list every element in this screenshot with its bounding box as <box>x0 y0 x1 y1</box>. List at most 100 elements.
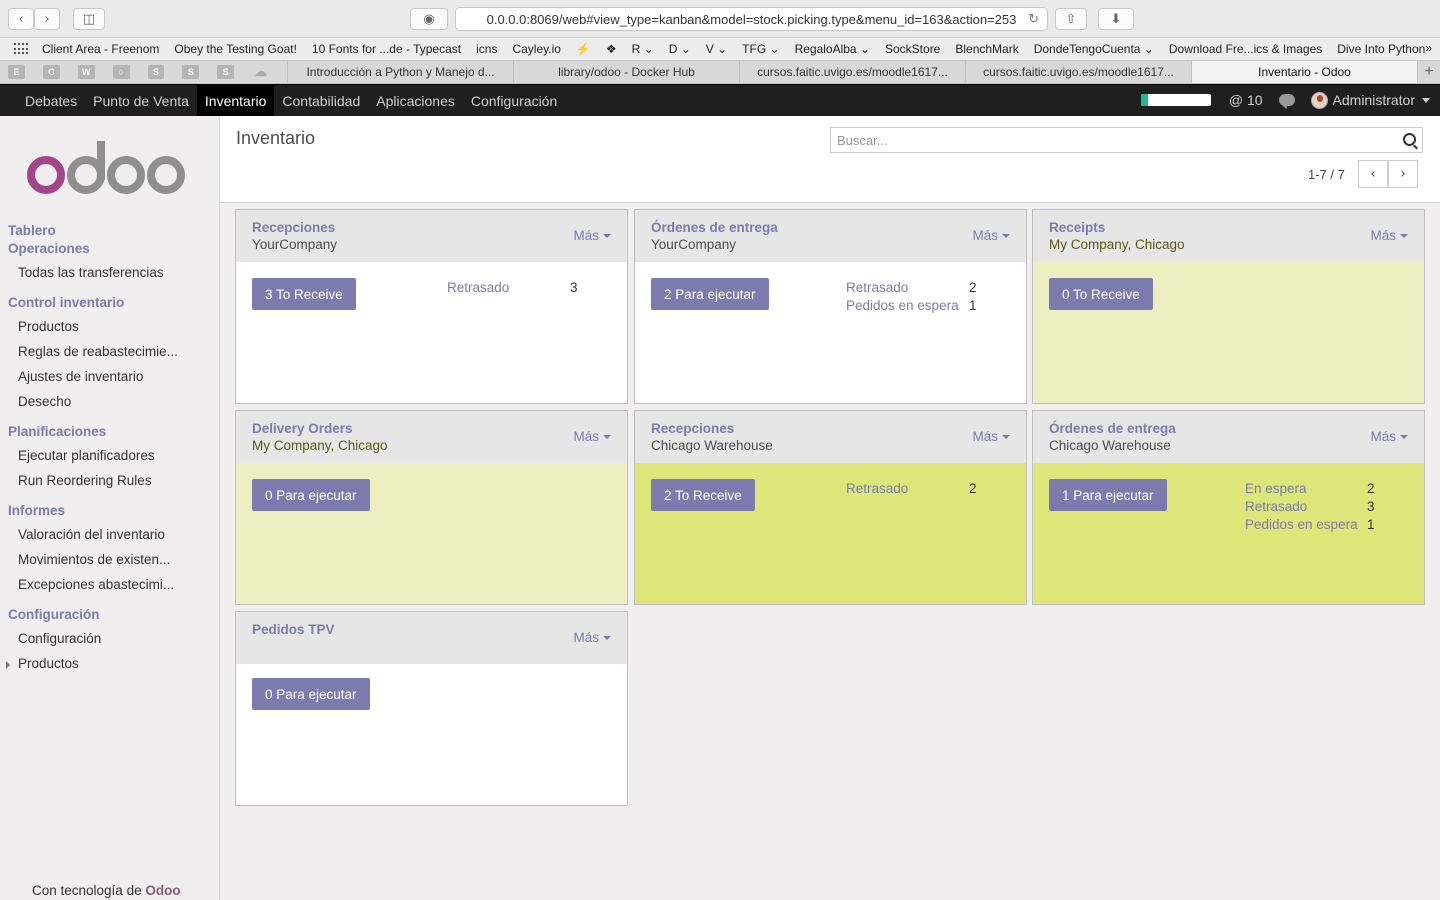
stat-label[interactable]: Pedidos en espera <box>1245 517 1358 532</box>
card-title[interactable]: Pedidos TPV <box>252 622 611 637</box>
more-dropdown[interactable]: Más <box>1370 228 1408 243</box>
stat-label[interactable]: Retrasado <box>447 280 509 295</box>
bookmark-item[interactable]: Dive Into Python <box>1337 42 1425 56</box>
card-title[interactable]: Órdenes de entrega <box>651 220 1010 235</box>
para-ejecutar-button[interactable]: 1 Para ejecutar <box>1049 479 1167 511</box>
to-receive-button[interactable]: 3 To Receive <box>252 278 356 310</box>
menu-contabilidad[interactable]: Contabilidad <box>274 85 368 116</box>
bookmark-item[interactable]: BlenchMark <box>955 42 1018 56</box>
reload-icon[interactable]: ↻ <box>1028 11 1039 27</box>
sidebar-item-reglas[interactable]: Reglas de reabastecimie... <box>18 344 178 359</box>
back-button[interactable]: ‹ <box>8 8 34 30</box>
reader-icon[interactable]: ◉ <box>410 8 448 30</box>
search-input[interactable]: Buscar... <box>830 127 1423 153</box>
bookmark-item[interactable]: SockStore <box>885 42 940 56</box>
chat-icon[interactable] <box>1278 94 1295 109</box>
forward-button[interactable]: › <box>34 8 60 30</box>
sidebar-item-ajustes[interactable]: Ajustes de inventario <box>18 369 143 384</box>
sidebar-item-todas-transferencias[interactable]: Todas las transferencias <box>18 265 164 280</box>
menu-punto-de-venta[interactable]: Punto de Venta <box>85 85 197 116</box>
bookmark-item[interactable]: V ⌄ <box>706 42 727 56</box>
bookmark-item[interactable]: R ⌄ <box>632 42 654 56</box>
share-icon[interactable]: ⇧ <box>1055 8 1087 30</box>
sidebar-item-desecho[interactable]: Desecho <box>18 394 71 409</box>
card-title[interactable]: Órdenes de entrega <box>1049 421 1408 436</box>
browser-tab-active[interactable]: Inventario - Odoo <box>1192 61 1418 83</box>
para-ejecutar-button[interactable]: 2 Para ejecutar <box>651 278 769 310</box>
sidebar-head-control-inventario[interactable]: Control inventario <box>8 295 124 310</box>
menu-configuracion[interactable]: Configuración <box>463 85 565 116</box>
powered-by-link[interactable]: Odoo <box>145 883 180 898</box>
pinned-tab[interactable]: W <box>77 65 95 79</box>
sidebar-item-run-reordering[interactable]: Run Reordering Rules <box>18 473 152 488</box>
more-dropdown[interactable]: Más <box>573 630 611 645</box>
menu-aplicaciones[interactable]: Aplicaciones <box>368 85 463 116</box>
sidebar-head-informes[interactable]: Informes <box>8 503 65 518</box>
sidebar-head-planificaciones[interactable]: Planificaciones <box>8 424 106 439</box>
pinned-tab[interactable]: C <box>42 65 60 79</box>
menu-debates[interactable]: Debates <box>0 85 85 116</box>
menu-inventario[interactable]: Inventario <box>196 85 275 116</box>
more-dropdown[interactable]: Más <box>972 228 1010 243</box>
bookmark-item[interactable]: TFG ⌄ <box>742 42 779 56</box>
pinned-tab[interactable]: ○ <box>112 65 130 79</box>
page-title[interactable]: Inventario <box>236 128 315 149</box>
stat-label[interactable]: Retrasado <box>1245 499 1307 514</box>
browser-tab[interactable]: cursos.faitic.uvigo.es/moodle1617... <box>966 61 1192 83</box>
avatar[interactable] <box>1310 91 1328 109</box>
pinned-tab[interactable]: ☁ <box>252 64 269 79</box>
card-title[interactable]: Recepciones <box>651 421 1010 436</box>
stat-label[interactable]: Retrasado <box>846 481 908 496</box>
pager-value[interactable]: 1-7 / 7 <box>1308 167 1345 182</box>
sidebar-head-operaciones[interactable]: Operaciones <box>8 241 90 256</box>
new-tab-button[interactable]: + <box>1418 61 1440 83</box>
more-dropdown[interactable]: Más <box>972 429 1010 444</box>
search-icon[interactable] <box>1403 133 1416 146</box>
sidebar-item-excepciones[interactable]: Excepciones abastecimi... <box>18 577 174 592</box>
sidebar-head-tablero[interactable]: Tablero <box>8 223 56 238</box>
card-title[interactable]: Receipts <box>1049 220 1408 235</box>
more-dropdown[interactable]: Más <box>573 429 611 444</box>
browser-tab[interactable]: Introducción a Python y Manejo d... <box>288 61 514 83</box>
sidebar-toggle-icon[interactable]: ◫ <box>73 8 105 30</box>
sidebar-item-movimientos[interactable]: Movimientos de existen... <box>18 552 170 567</box>
para-ejecutar-button[interactable]: 0 Para ejecutar <box>252 479 370 511</box>
pager-next-button[interactable]: › <box>1388 160 1418 188</box>
sidebar-item-ejecutar-planificadores[interactable]: Ejecutar planificadores <box>18 448 155 463</box>
address-bar[interactable]: 0.0.0.0:8069/web#view_type=kanban&model=… <box>455 7 1048 31</box>
bookmark-item[interactable]: Obey the Testing Goat! <box>174 42 297 56</box>
stat-label[interactable]: Pedidos en espera <box>846 298 959 313</box>
odoo-logo[interactable] <box>24 138 194 198</box>
stat-label[interactable]: En espera <box>1245 481 1307 496</box>
bookmark-item[interactable]: Cayley.io <box>512 42 560 56</box>
sidebar-item-productos[interactable]: Productos <box>18 319 79 334</box>
bookmark-item[interactable]: icns <box>476 42 497 56</box>
pinned-tab[interactable]: S <box>182 65 200 79</box>
bookmarks-overflow-icon[interactable]: » <box>1425 41 1432 55</box>
expand-triangle-icon[interactable] <box>6 661 10 669</box>
bookmark-item[interactable]: D ⌄ <box>669 42 691 56</box>
sidebar-item-valoracion[interactable]: Valoración del inventario <box>18 527 165 542</box>
bookmark-item[interactable]: RegaloAlba ⌄ <box>795 42 870 56</box>
pager-previous-button[interactable]: ‹ <box>1358 160 1388 188</box>
pinned-tab[interactable]: S <box>147 65 165 79</box>
download-icon[interactable]: ⬇ <box>1098 8 1134 30</box>
bookmark-item[interactable]: Download Fre...ics & Images <box>1169 42 1322 56</box>
more-dropdown[interactable]: Más <box>573 228 611 243</box>
bookmark-item[interactable]: Client Area - Freenom <box>42 42 159 56</box>
sidebar-head-configuracion[interactable]: Configuración <box>8 607 100 622</box>
pinned-tab[interactable]: S <box>217 65 235 79</box>
card-title[interactable]: Delivery Orders <box>252 421 611 436</box>
user-menu[interactable]: Administrator <box>1333 92 1415 108</box>
to-receive-button[interactable]: 2 To Receive <box>651 479 755 511</box>
to-receive-button[interactable]: 0 To Receive <box>1049 278 1153 310</box>
sidebar-item-configuracion[interactable]: Configuración <box>18 631 101 646</box>
browser-tab[interactable]: library/odoo - Docker Hub <box>514 61 740 83</box>
bookmark-item[interactable]: ⚡ <box>576 42 591 56</box>
bookmark-item[interactable]: 10 Fonts for ...de - Typecast <box>312 42 461 56</box>
bookmark-item[interactable]: ❖ <box>606 42 617 56</box>
card-title[interactable]: Recepciones <box>252 220 611 235</box>
stat-label[interactable]: Retrasado <box>846 280 908 295</box>
pinned-tab[interactable]: E <box>8 65 25 79</box>
grid-icon[interactable] <box>14 43 28 55</box>
